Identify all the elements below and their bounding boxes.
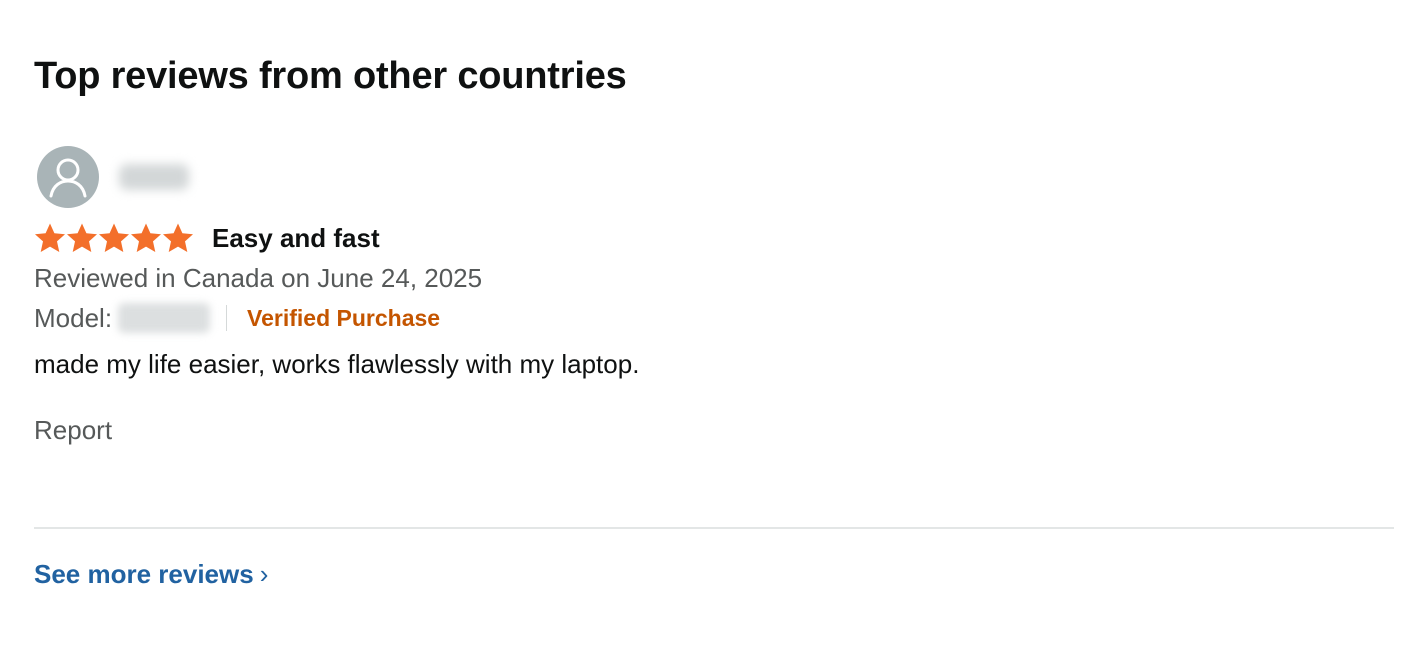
star-icon <box>131 223 161 252</box>
chevron-right-icon: › <box>259 559 269 589</box>
star-rating[interactable] <box>34 222 194 254</box>
review-card: Easy and fast Reviewed in Canada on June… <box>34 146 1394 448</box>
verified-purchase-badge: Verified Purchase <box>247 305 441 331</box>
star-icon <box>99 223 129 252</box>
star-icon <box>35 223 65 252</box>
review-meta: Model: Verified Purchase <box>34 300 1394 336</box>
star-icon <box>67 223 97 252</box>
rating-row: Easy and fast <box>34 220 1394 256</box>
model-value <box>118 303 211 333</box>
review-title[interactable]: Easy and fast <box>212 220 380 256</box>
report-link[interactable]: Report <box>34 412 1394 448</box>
divider <box>34 527 1394 529</box>
review-date: Reviewed in Canada on June 24, 2025 <box>34 263 483 293</box>
model-label: Model: <box>34 303 113 333</box>
reviews-page: Top reviews from other countries Easy an… <box>34 0 1394 648</box>
star-icon <box>163 223 193 252</box>
reviewer-name[interactable] <box>119 164 189 190</box>
review-body: made my life easier, works flawlessly wi… <box>34 349 640 379</box>
section-title: Top reviews from other countries <box>34 55 627 97</box>
reviewer-profile[interactable] <box>34 146 1394 208</box>
user-silhouette-icon <box>49 158 87 198</box>
see-more-reviews-link[interactable]: See more reviews › <box>34 556 268 592</box>
meta-divider <box>226 305 228 331</box>
see-more-label: See more reviews <box>34 559 254 589</box>
avatar[interactable] <box>37 146 99 208</box>
